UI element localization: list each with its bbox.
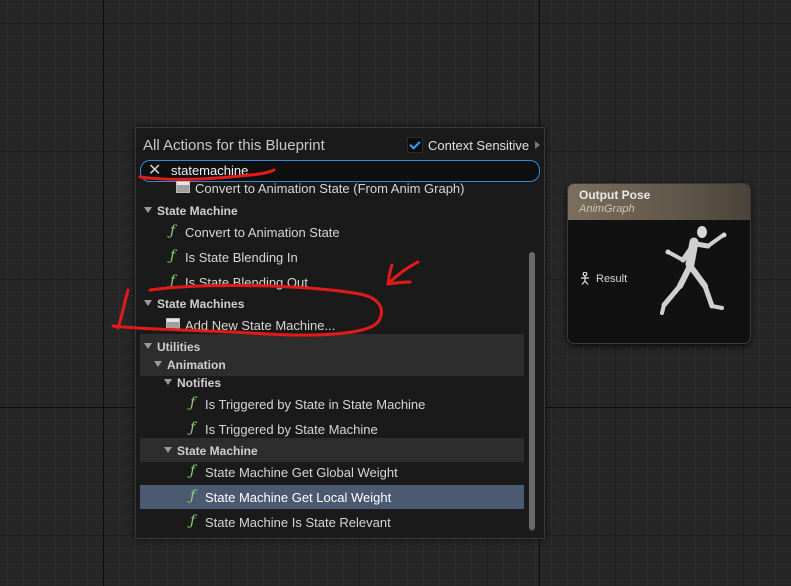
list-item-label: State Machine Get Local Weight bbox=[205, 490, 392, 505]
category-label: State Machine bbox=[157, 204, 238, 218]
category-label: State Machines bbox=[157, 297, 245, 311]
node-icon bbox=[166, 318, 180, 330]
graph-grid-line bbox=[103, 0, 104, 586]
list-item-label: Is State Blending Out bbox=[185, 275, 308, 290]
scrollbar-thumb[interactable] bbox=[529, 252, 535, 530]
function-icon: ƒ bbox=[190, 463, 196, 479]
category-state-machine[interactable]: State Machine bbox=[140, 198, 524, 222]
expand-triangle-icon[interactable] bbox=[154, 361, 162, 367]
context-sensitive-label: Context Sensitive bbox=[428, 137, 530, 153]
function-icon: ƒ bbox=[190, 395, 196, 411]
pose-pin-icon[interactable] bbox=[580, 272, 590, 285]
context-arrow-icon[interactable] bbox=[535, 141, 541, 149]
action-menu-title: All Actions for this Blueprint bbox=[143, 137, 325, 154]
result-pin-label: Result bbox=[596, 272, 628, 285]
expand-triangle-icon[interactable] bbox=[164, 379, 172, 385]
node-header[interactable]: Output Pose AnimGraph bbox=[568, 184, 750, 220]
list-item[interactable]: ƒ Is Triggered by State in State Machine bbox=[140, 392, 524, 416]
node-title: Output Pose bbox=[579, 188, 651, 202]
result-pin[interactable]: Result bbox=[580, 272, 627, 285]
search-input[interactable] bbox=[171, 162, 511, 179]
context-sensitive-toggle[interactable]: Context Sensitive bbox=[407, 137, 541, 153]
list-item-label: Is Triggered by State Machine bbox=[205, 422, 378, 437]
list-item[interactable]: Convert to Animation State (From Anim Gr… bbox=[140, 180, 524, 200]
node-subtitle: AnimGraph bbox=[579, 203, 635, 215]
context-sensitive-checkbox[interactable] bbox=[407, 137, 423, 153]
category-label: State Machine bbox=[177, 444, 258, 458]
function-icon: ƒ bbox=[170, 223, 176, 239]
category-state-machine-sub[interactable]: State Machine bbox=[140, 438, 524, 462]
category-label: Notifies bbox=[177, 376, 222, 390]
expand-triangle-icon[interactable] bbox=[144, 300, 152, 306]
function-icon: ƒ bbox=[170, 248, 176, 264]
function-icon: ƒ bbox=[170, 273, 176, 289]
list-item-label: Add New State Machine... bbox=[185, 318, 336, 333]
mannequin-preview-icon bbox=[660, 226, 727, 315]
list-item-label: Convert to Animation State bbox=[185, 225, 340, 240]
expand-triangle-icon[interactable] bbox=[164, 447, 172, 453]
list-item-label: Is Triggered by State in State Machine bbox=[205, 397, 426, 412]
list-item-label: Is State Blending In bbox=[185, 250, 298, 265]
list-item-selected[interactable]: ƒ State Machine Get Local Weight bbox=[140, 485, 524, 509]
list-item[interactable]: ƒ State Machine Get Global Weight bbox=[140, 460, 524, 484]
action-menu-header: All Actions for this Blueprint Context S… bbox=[136, 128, 544, 160]
list-item-label: Convert to Animation State (From Anim Gr… bbox=[195, 181, 465, 196]
search-box[interactable]: ✕ bbox=[140, 160, 540, 182]
node-icon bbox=[176, 181, 190, 193]
category-notifies[interactable]: Notifies bbox=[140, 370, 524, 394]
function-icon: ƒ bbox=[190, 513, 196, 529]
clear-search-icon[interactable]: ✕ bbox=[148, 162, 161, 179]
function-icon: ƒ bbox=[190, 420, 196, 436]
list-item-label: State Machine Is State Relevant bbox=[205, 515, 391, 530]
category-state-machines[interactable]: State Machines bbox=[140, 291, 524, 315]
list-item[interactable]: ƒ Is State Blending In bbox=[140, 245, 524, 269]
list-item[interactable]: ƒ Convert to Animation State bbox=[140, 220, 524, 244]
list-item-label: State Machine Get Global Weight bbox=[205, 465, 398, 480]
list-item[interactable]: ƒ State Machine Is State Relevant bbox=[140, 510, 524, 532]
expand-triangle-icon[interactable] bbox=[144, 343, 152, 349]
expand-triangle-icon[interactable] bbox=[144, 207, 152, 213]
action-list: Convert to Animation State (From Anim Gr… bbox=[140, 180, 524, 532]
action-menu: All Actions for this Blueprint Context S… bbox=[135, 127, 545, 539]
output-pose-node[interactable]: Output Pose AnimGraph Result bbox=[567, 183, 751, 344]
function-icon: ƒ bbox=[190, 488, 196, 504]
